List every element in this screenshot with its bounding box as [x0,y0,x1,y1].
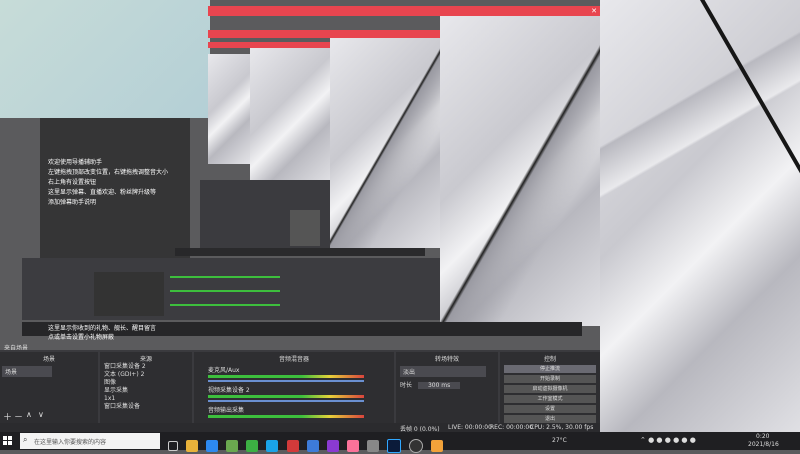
window-close-icon[interactable]: ✕ [588,6,600,16]
transitions-header: 转场特效 [434,356,459,363]
mid-obs-window [22,258,440,320]
mixer-track-name: 音频输出采集 [208,407,245,414]
mixer-meter [208,415,364,418]
overlay-bottom-line: 点或单击设置小礼物屏蔽 [48,334,115,341]
source-item[interactable]: 文本 (GDI+) 2 [100,371,192,379]
status-bar: 丢帧 0 (0.0%) LIVE: 00:00:00 REC: 00:00:00… [0,423,600,433]
move-up-icon[interactable]: ∧ [26,410,32,419]
virtual-camera-button[interactable]: 启动虚拟摄像机 [504,385,596,393]
tray-icons[interactable]: ⌃ ● ● ● ● ● ● [640,436,696,444]
nested-window-3 [250,48,330,188]
overlay-line: 添加弹幕助手说明 [48,199,97,206]
source-item[interactable]: 窗口采集设备 [100,403,192,411]
mixer-track-name: 麦克风/Aux [208,367,240,374]
mixer-meter [208,375,364,378]
source-item[interactable]: 图像 [100,379,192,387]
source-item[interactable]: 1x1 [100,395,192,403]
start-button[interactable] [2,435,14,447]
volume-slider[interactable] [208,380,364,382]
overlay-line: 左键拖拽顶部改变位置，右键拖拽调整音大小 [48,169,169,176]
duration-input[interactable]: 300 ms [417,382,461,389]
clock-time[interactable]: 0:20 [756,433,769,440]
photoshop-icon[interactable] [387,438,402,453]
transitions-dock: 转场特效 淡出 时长 300 ms [396,352,498,430]
mixer-header: 音频混音器 [278,356,309,363]
clock-date[interactable]: 2021/8/16 [748,441,779,448]
scenes-header: 场景 [42,356,55,363]
remove-scene-icon[interactable]: － [14,410,23,423]
mid-meter-2 [170,290,280,292]
mid-source-list [94,272,164,316]
window-titlebar[interactable] [208,30,440,38]
studio-mode-button[interactable]: 工作室模式 [504,395,596,403]
mid-meter-3 [170,304,280,306]
mixer-track-name: 视频采集设备 2 [208,387,250,394]
duration-row: 时长 300 ms [400,380,494,389]
desktop-blur-patch [0,0,210,118]
settings-button[interactable]: 设置 [504,405,596,413]
stop-stream-button[interactable]: 停止推流 [504,365,596,373]
search-placeholder: 在这里输入你要搜索的内容 [34,439,107,446]
exit-button[interactable]: 退出 [504,415,596,423]
overlay-bottom-line: 这里显示你收到的礼物、舰长、醒目留言 [48,325,157,332]
wallpaper-crease [600,0,800,210]
source-item[interactable]: 显示采集 [100,387,192,395]
taskbar-icons [168,435,508,453]
source-item[interactable]: 窗口采集设备 2 [100,363,192,371]
overlay-line: 欢迎使用导播辅助手 [48,159,103,166]
search-icon: ⌕ [23,435,28,444]
duration-label: 时长 [400,382,413,389]
status-rec: REC: 00:00:00 [490,424,534,431]
mixer-meter [208,395,364,398]
controls-header: 控制 [543,356,556,363]
nested-crease-1 [440,16,600,326]
transition-select[interactable]: 淡出 [400,366,486,377]
window-titlebar[interactable] [208,6,600,16]
status-live: LIVE: 00:00:00 [448,424,492,431]
mixer-dock: 音频混音器 麦克风/Aux 视频采集设备 2 音频输出采集 [194,352,394,430]
mini-taskbar [175,248,425,256]
overlay-text-block: 欢迎使用导播辅助手 左键拖拽顶部改变位置，右键拖拽调整音大小 右上角有设置按钮 … [48,158,198,208]
volume-slider[interactable] [208,400,364,402]
status-cpu: CPU: 2.5%, 30.00 fps [530,424,594,431]
sources-dock: 来源 窗口采集设备 2 文本 (GDI+) 2 图像 显示采集 1x1 窗口采集… [100,352,192,430]
obs-icon[interactable] [409,438,424,453]
mid-meter-1 [170,276,280,278]
overlay-line: 右上角有设置按钮 [48,179,97,186]
mini-obs-menu [290,210,320,246]
windows-taskbar: ⌕ 在这里输入你要搜索的内容 27°C ⌃ ● ● ● ● ● ● 0:20 2… [0,432,800,453]
start-recording-button[interactable]: 开始录制 [504,375,596,383]
controls-dock: 控制 停止推流 开始录制 启动虚拟摄像机 工作室模式 设置 退出 [500,352,600,430]
sources-header: 来源 [139,356,152,363]
task-view-icon[interactable] [168,440,178,451]
move-down-icon[interactable]: ∨ [38,410,44,419]
overlay-line: 这里显示弹幕、直播欢迎、粉丝牌升级等 [48,189,157,196]
taskbar-search[interactable]: ⌕ 在这里输入你要搜索的内容 [20,433,160,449]
add-scene-icon[interactable]: ＋ [3,410,12,423]
scene-item[interactable]: 场景 [2,366,52,377]
nested-window-4 [208,54,250,164]
nested-crease-2 [330,38,440,248]
weather-text[interactable]: 27°C [552,437,567,444]
